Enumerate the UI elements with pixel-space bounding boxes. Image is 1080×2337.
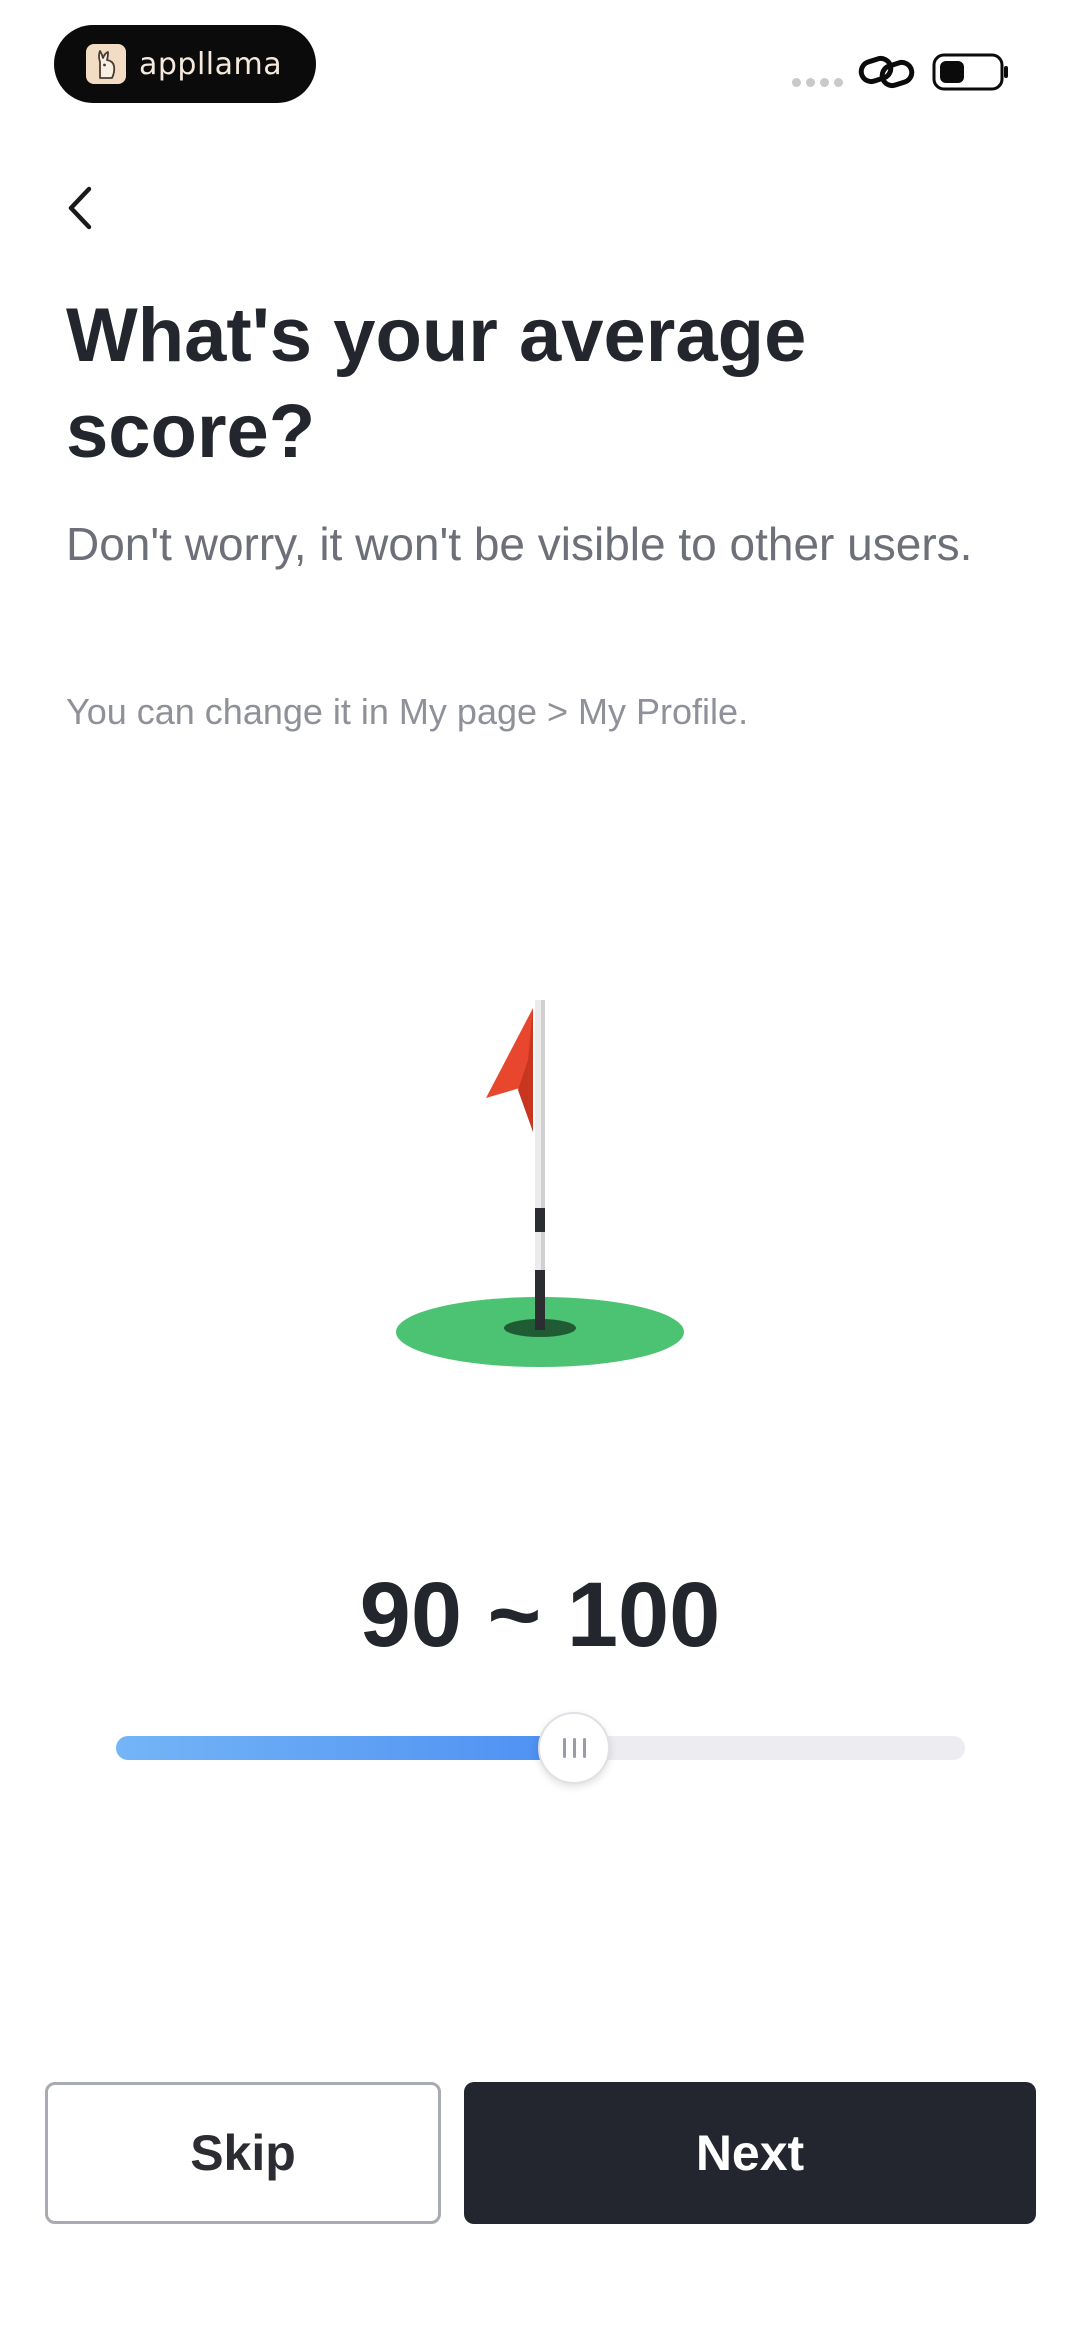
link-icon: [858, 55, 915, 89]
page-subtitle: Don't worry, it won't be visible to othe…: [66, 518, 973, 570]
next-button[interactable]: Next: [464, 2082, 1036, 2224]
app-badge[interactable]: appllama: [54, 25, 316, 103]
signal-dots-icon: [792, 78, 843, 87]
slider-fill: [116, 1736, 575, 1760]
chevron-left-icon: [68, 186, 92, 230]
score-range-value: 90 ~ 100: [359, 1564, 721, 1666]
llama-logo-icon: [86, 44, 126, 84]
score-slider[interactable]: [116, 1712, 965, 1784]
back-button[interactable]: [56, 180, 104, 236]
app-name: appllama: [139, 46, 283, 82]
skip-button[interactable]: Skip: [45, 2082, 441, 2224]
page-title: What's your average score?: [66, 293, 807, 474]
golf-flag-green-icon: [396, 1000, 684, 1367]
profile-hint: You can change it in My page > My Profil…: [66, 691, 749, 732]
slider-thumb[interactable]: [538, 1712, 611, 1784]
battery-icon: [932, 53, 1008, 91]
